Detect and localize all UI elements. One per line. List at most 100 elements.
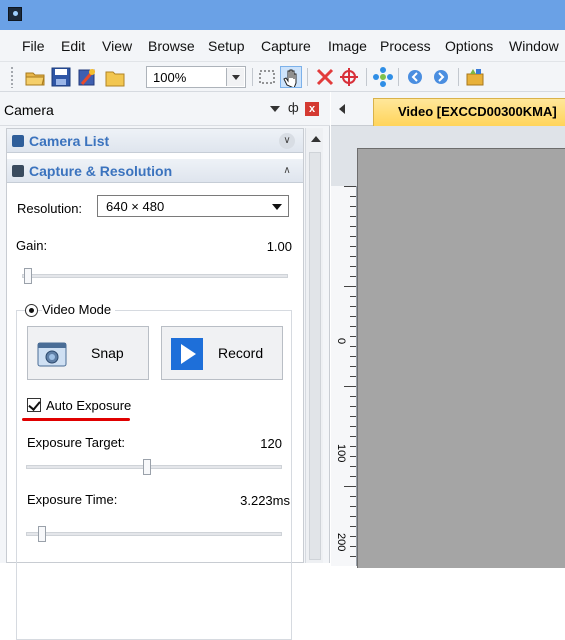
ruler-tick xyxy=(350,256,356,257)
menu-browse[interactable]: Browse xyxy=(148,38,195,54)
ruler-tick xyxy=(350,316,356,317)
menu-bar: File Edit View Browse Setup Capture Imag… xyxy=(0,30,565,62)
menu-options[interactable]: Options xyxy=(445,38,493,54)
resolution-select[interactable]: 640 × 480 xyxy=(97,195,289,217)
toolbar-separator xyxy=(458,68,459,86)
camera-list-section-header[interactable]: Camera List ∨ xyxy=(7,129,303,153)
camera-list-icon xyxy=(12,135,24,147)
select-region-icon[interactable] xyxy=(256,66,278,88)
toolbar: 100% xyxy=(0,62,565,92)
snap-button[interactable]: Snap xyxy=(27,326,149,380)
video-mode-radio[interactable] xyxy=(25,304,38,317)
collapse-chevron-icon[interactable]: ∧ xyxy=(279,163,295,179)
ruler-tick xyxy=(350,226,356,227)
dropdown-arrow-icon xyxy=(272,204,282,210)
ruler-label-200: 200 xyxy=(335,533,347,552)
menu-setup[interactable]: Setup xyxy=(208,38,245,54)
save-icon[interactable] xyxy=(50,66,72,88)
snap-button-label: Snap xyxy=(91,345,124,361)
menu-image[interactable]: Image xyxy=(328,38,367,54)
ruler-tick xyxy=(350,336,356,337)
capture-resolution-title: Capture & Resolution xyxy=(29,163,173,179)
crosshair-icon[interactable] xyxy=(338,66,360,88)
hand-pan-icon[interactable] xyxy=(280,66,302,89)
open-folder-icon[interactable] xyxy=(24,66,46,88)
menu-capture[interactable]: Capture xyxy=(261,38,311,54)
zoom-combo[interactable]: 100% xyxy=(146,66,246,88)
app-icon xyxy=(8,7,22,21)
ruler-tick xyxy=(350,476,356,477)
move-icon[interactable] xyxy=(372,66,394,88)
back-icon[interactable] xyxy=(404,66,426,88)
camera-list-title: Camera List xyxy=(29,133,110,149)
record-button-label: Record xyxy=(218,345,264,361)
panel-menu-chevron-down-icon[interactable] xyxy=(270,106,280,112)
tab-scroll-left-icon[interactable] xyxy=(339,104,345,114)
tab-video[interactable]: Video [EXCCD00300KMA] xyxy=(373,98,565,126)
exposure-target-value: 120 xyxy=(260,436,282,451)
toolbar-separator xyxy=(366,68,367,86)
scrollbar-thumb[interactable] xyxy=(309,152,321,560)
ruler-tick xyxy=(350,506,356,507)
video-canvas[interactable] xyxy=(357,148,565,568)
ruler-tick xyxy=(350,306,356,307)
annotation-underline xyxy=(22,418,130,421)
gain-slider-thumb[interactable] xyxy=(24,268,32,284)
capture-resolution-section-header[interactable]: Capture & Resolution ∧ xyxy=(7,159,303,183)
camera-panel-title: Camera xyxy=(4,102,54,118)
pin-icon[interactable]: ф xyxy=(288,100,299,115)
gain-slider-track[interactable] xyxy=(22,274,288,278)
panel-scrollbar[interactable] xyxy=(305,128,323,563)
toolbar-separator xyxy=(252,68,253,86)
ruler-tick xyxy=(350,546,356,547)
folder-icon[interactable] xyxy=(104,66,126,88)
scroll-up-icon[interactable] xyxy=(311,136,321,142)
ruler-tick xyxy=(350,526,356,527)
exposure-target-slider-track[interactable] xyxy=(26,465,282,469)
ruler-tick xyxy=(350,376,356,377)
ruler-tick xyxy=(350,406,356,407)
ruler-tick xyxy=(350,216,356,217)
gain-label: Gain: xyxy=(16,238,48,253)
forward-icon[interactable] xyxy=(430,66,452,88)
document-area: 0 100 200 xyxy=(331,126,565,568)
ruler-tick xyxy=(350,296,356,297)
exposure-target-slider-thumb[interactable] xyxy=(143,459,151,475)
snap-camera-icon xyxy=(37,342,67,367)
vertical-ruler: 0 100 200 xyxy=(331,186,357,566)
exposure-time-slider-track[interactable] xyxy=(26,532,282,536)
menu-process[interactable]: Process xyxy=(380,38,431,54)
resolution-value: 640 × 480 xyxy=(106,199,165,214)
clear-icon[interactable] xyxy=(76,66,98,88)
ruler-tick xyxy=(350,346,356,347)
title-bar xyxy=(0,0,565,30)
menu-file[interactable]: File xyxy=(22,38,45,54)
ruler-tick xyxy=(344,386,356,387)
zoom-dropdown-button[interactable] xyxy=(226,68,244,86)
exposure-time-slider-thumb[interactable] xyxy=(38,526,46,542)
ruler-tick xyxy=(350,496,356,497)
menu-edit[interactable]: Edit xyxy=(61,38,85,54)
ruler-tick xyxy=(350,276,356,277)
ruler-tick xyxy=(350,466,356,467)
record-button[interactable]: Record xyxy=(161,326,283,380)
ruler-tick xyxy=(344,186,356,187)
menu-window[interactable]: Window xyxy=(509,38,559,54)
auto-exposure-checkbox[interactable] xyxy=(27,398,41,412)
camera-panel: Camera ф x Camera List ∨ Capture & Resol… xyxy=(0,92,330,640)
delete-cross-icon[interactable] xyxy=(314,66,336,88)
ruler-tick xyxy=(350,456,356,457)
ruler-tick xyxy=(350,236,356,237)
plugin-icon[interactable] xyxy=(464,66,486,88)
toolbar-separator xyxy=(398,68,399,86)
panel-close-button[interactable]: x xyxy=(305,102,319,116)
record-play-icon xyxy=(171,338,203,370)
menu-view[interactable]: View xyxy=(102,38,132,54)
camera-panel-header: Camera ф x xyxy=(0,92,330,126)
video-mode-label: Video Mode xyxy=(42,302,116,317)
ruler-tick xyxy=(344,286,356,287)
gain-value: 1.00 xyxy=(266,239,292,254)
ruler-tick xyxy=(350,426,356,427)
ruler-tick xyxy=(350,396,356,397)
expand-chevron-icon[interactable]: ∨ xyxy=(279,133,295,149)
